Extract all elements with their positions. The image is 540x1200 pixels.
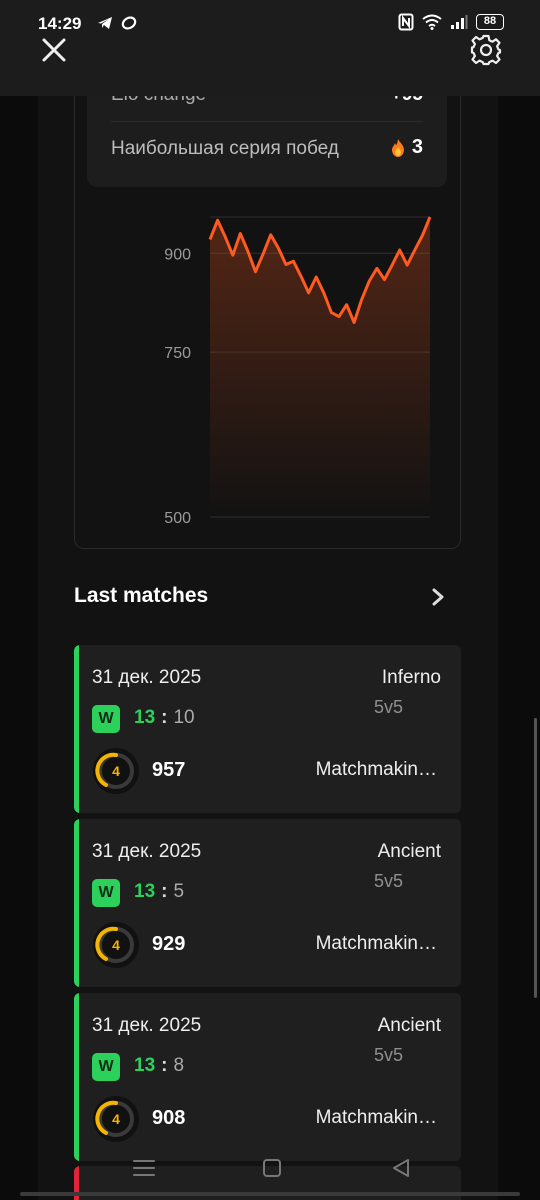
result-badge: W xyxy=(92,879,120,907)
match-map: Inferno xyxy=(381,667,441,688)
result-strip xyxy=(74,993,79,1161)
level-number: 4 xyxy=(112,763,120,779)
level-number: 4 xyxy=(112,937,120,953)
signal-icon xyxy=(451,15,468,29)
score-lost: 5 xyxy=(173,881,185,902)
match-mode: 5v5 xyxy=(373,697,403,717)
match-map: Ancient xyxy=(377,1015,441,1036)
app-screen: Elo change +95 Наибольшая серия побед 3 … xyxy=(0,0,540,1200)
match-elo: 929 xyxy=(152,933,186,955)
match-score: 13 : 5 xyxy=(134,881,184,903)
y-tick-label: 750 xyxy=(164,345,191,362)
match-elo: 957 xyxy=(152,759,186,781)
menu-nav-icon[interactable] xyxy=(128,1152,160,1184)
status-time: 14:29 xyxy=(38,14,82,33)
home-nav-icon[interactable] xyxy=(256,1152,288,1184)
result-strip xyxy=(74,645,79,813)
match-date: 31 дек. 2025 xyxy=(92,841,202,862)
y-tick-label: 900 xyxy=(164,246,191,263)
result-strip xyxy=(74,819,79,987)
score-won: 13 xyxy=(134,881,156,902)
match-queue: Matchmakin… xyxy=(315,933,437,954)
status-system-icons: 88 xyxy=(398,13,504,31)
gear-icon[interactable] xyxy=(470,34,502,66)
match-mode: 5v5 xyxy=(373,871,403,891)
result-badge: W xyxy=(92,1053,120,1081)
last-matches-title: Last matches xyxy=(74,584,209,607)
score-won: 13 xyxy=(134,1055,156,1076)
match-score: 13 : 8 xyxy=(134,1055,184,1077)
result-badge: W xyxy=(92,705,120,733)
score-won: 13 xyxy=(134,707,156,728)
match-queue: Matchmakin… xyxy=(315,759,437,780)
circle-app-icon xyxy=(121,16,137,30)
match-mode: 5v5 xyxy=(373,1045,403,1065)
match-elo: 908 xyxy=(152,1107,186,1129)
match-map: Ancient xyxy=(377,841,441,862)
telegram-icon xyxy=(98,17,112,29)
back-nav-icon[interactable] xyxy=(386,1152,418,1184)
status-notification-icons xyxy=(96,14,138,32)
score-separator: : xyxy=(161,707,168,728)
scrollbar[interactable] xyxy=(534,718,537,998)
match-date: 31 дек. 2025 xyxy=(92,1015,202,1036)
level-number: 4 xyxy=(112,1111,120,1127)
wifi-icon xyxy=(422,14,442,30)
match-card[interactable]: 31 дек. 2025 Ancient 5v5 W 13 : 8 4 908 … xyxy=(74,993,461,1161)
level-badge-icon: 4 xyxy=(93,922,139,968)
top-bar: 14:29 88 xyxy=(0,0,540,96)
match-score: 13 : 10 xyxy=(134,707,195,729)
match-queue: Matchmakin… xyxy=(315,1107,437,1128)
elo-area-fill xyxy=(210,217,430,517)
score-lost: 8 xyxy=(173,1055,185,1076)
level-badge-icon: 4 xyxy=(93,748,139,794)
match-card[interactable]: 31 дек. 2025 Ancient 5v5 W 13 : 5 4 929 … xyxy=(74,819,461,987)
score-lost: 10 xyxy=(173,707,195,728)
nfc-icon xyxy=(398,13,414,31)
battery-indicator: 88 xyxy=(476,14,504,30)
score-separator: : xyxy=(161,1055,168,1076)
chevron-right-icon[interactable] xyxy=(428,585,448,609)
match-card[interactable]: 31 дек. 2025 Inferno 5v5 W 13 : 10 4 957… xyxy=(74,645,461,813)
match-date: 31 дек. 2025 xyxy=(92,667,202,688)
gesture-bar xyxy=(20,1192,520,1196)
y-tick-label: 500 xyxy=(164,510,191,527)
close-icon[interactable] xyxy=(40,36,68,64)
level-badge-icon: 4 xyxy=(93,1096,139,1142)
score-separator: : xyxy=(161,881,168,902)
